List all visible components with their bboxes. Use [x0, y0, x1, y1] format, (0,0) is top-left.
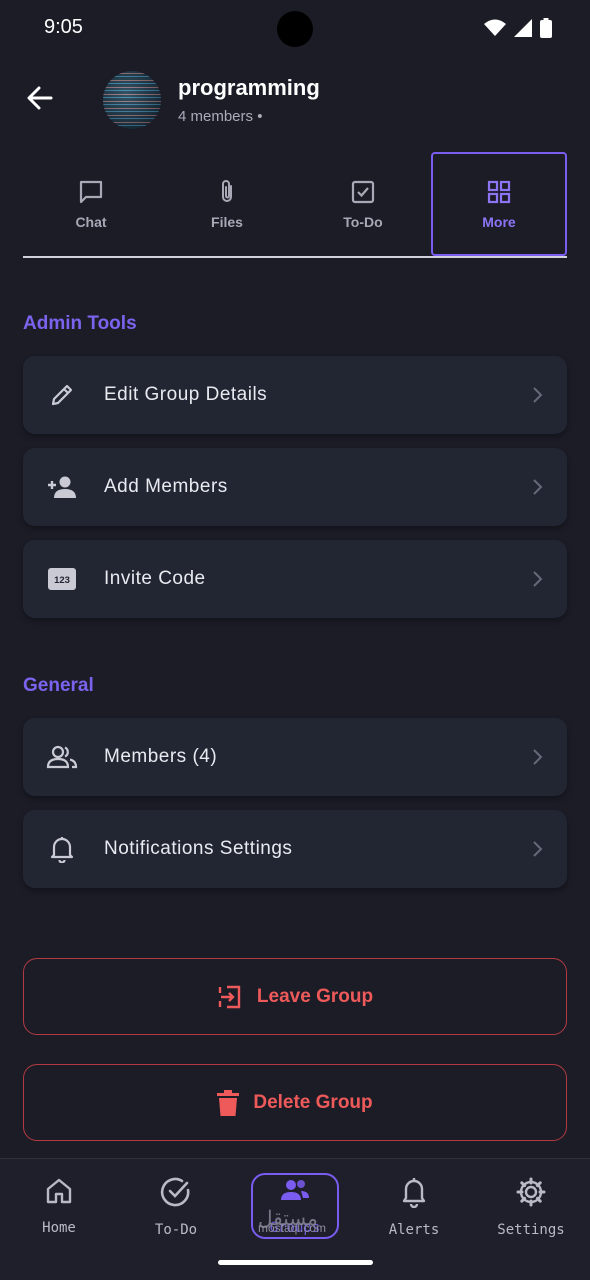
group-name: programming	[178, 75, 320, 100]
home-indicator[interactable]	[218, 1260, 373, 1265]
leave-group-button[interactable]: Leave Group	[23, 958, 567, 1035]
nav-label: Settings	[497, 1222, 565, 1238]
paperclip-icon	[222, 180, 232, 202]
exit-icon	[218, 985, 241, 1008]
nav-label: To-Do	[154, 1222, 198, 1238]
delete-group-label: Delete Group	[253, 1091, 373, 1113]
check-circle-icon	[160, 1177, 190, 1207]
battery-icon	[540, 18, 552, 38]
pencil-icon	[51, 384, 73, 406]
tab-label: Files	[211, 214, 243, 230]
trash-icon	[217, 1089, 240, 1116]
add-members-item[interactable]: Add Members	[23, 448, 567, 526]
arrow-left-icon	[27, 86, 53, 110]
notifications-settings-item[interactable]: Notifications Settings	[23, 810, 567, 888]
delete-group-button[interactable]: Delete Group	[23, 1064, 567, 1141]
back-button[interactable]	[22, 80, 58, 116]
menu-item-label: Members (4)	[104, 746, 218, 767]
tab-chat[interactable]: Chat	[23, 152, 159, 256]
menu-item-label: Notifications Settings	[104, 838, 293, 859]
person-add-icon	[48, 476, 76, 498]
chevron-right-icon	[533, 571, 543, 587]
bell-icon	[50, 837, 74, 863]
tabs-divider	[23, 256, 567, 258]
nav-label: Home	[42, 1220, 76, 1236]
nav-label: Alerts	[388, 1222, 440, 1238]
camera-cutout	[277, 11, 313, 47]
member-count: 4 members •	[178, 108, 263, 125]
chat-bubble-icon	[79, 180, 103, 204]
watermark-latin: mostaql.com	[258, 1221, 327, 1235]
wifi-icon	[484, 19, 506, 36]
tab-files[interactable]: Files	[159, 152, 295, 256]
signal-icon	[514, 19, 532, 37]
menu-item-label: Invite Code	[104, 568, 206, 589]
menu-item-label: Edit Group Details	[104, 384, 268, 405]
chevron-right-icon	[533, 479, 543, 495]
group-avatar	[103, 71, 161, 129]
nav-todo[interactable]: To-Do	[117, 1176, 235, 1266]
bell-icon	[402, 1178, 426, 1208]
chevron-right-icon	[533, 749, 543, 765]
tab-todo[interactable]: To-Do	[295, 152, 431, 256]
home-icon	[46, 1178, 72, 1204]
section-title-admin-tools: Admin Tools	[23, 313, 137, 334]
tab-label: To-Do	[343, 214, 383, 230]
status-time: 9:05	[44, 16, 83, 38]
leave-group-label: Leave Group	[256, 985, 374, 1007]
edit-group-details-item[interactable]: Edit Group Details	[23, 356, 567, 434]
nav-settings[interactable]: Settings	[472, 1176, 590, 1266]
people-icon	[46, 745, 78, 769]
checkbox-icon	[351, 180, 375, 204]
gear-icon	[516, 1177, 546, 1207]
status-icons	[484, 18, 552, 38]
badge-text: 123	[54, 575, 70, 586]
nav-home[interactable]: Home	[0, 1176, 118, 1266]
groups-icon	[281, 1180, 309, 1200]
chevron-right-icon	[533, 841, 543, 857]
tab-label: More	[482, 214, 516, 230]
members-item[interactable]: Members (4)	[23, 718, 567, 796]
section-title-general: General	[23, 675, 94, 696]
tab-label: Chat	[75, 214, 107, 230]
menu-item-label: Add Members	[104, 476, 228, 497]
number-badge-icon: 123	[48, 568, 76, 590]
chevron-right-icon	[533, 387, 543, 403]
tab-more[interactable]: More	[431, 152, 567, 256]
grid-icon	[487, 180, 511, 204]
invite-code-item[interactable]: 123 Invite Code	[23, 540, 567, 618]
nav-alerts[interactable]: Alerts	[355, 1176, 473, 1266]
